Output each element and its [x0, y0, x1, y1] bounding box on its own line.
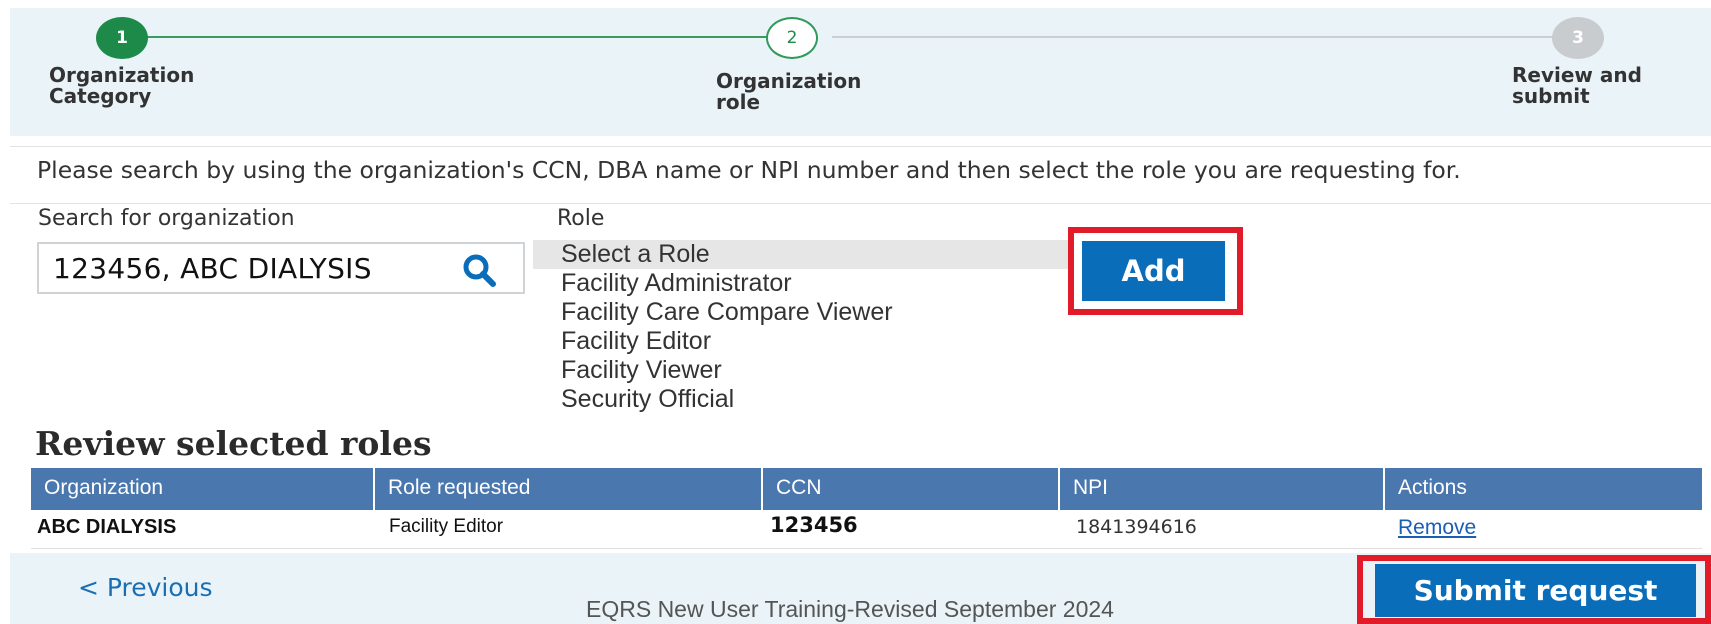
role-option-facility-care-compare-viewer[interactable]: Facility Care Compare Viewer [533, 298, 1068, 327]
step-2-label: Organization role [716, 71, 906, 113]
step-3-label-line2: submit [1512, 84, 1590, 108]
role-option-facility-administrator[interactable]: Facility Administrator [533, 269, 1068, 298]
step-1-label: Organization Category [49, 65, 239, 107]
column-header-organization: Organization [31, 468, 373, 510]
step-1-circle: 1 [96, 17, 148, 59]
training-footer-note: EQRS New User Training-Revised September… [586, 596, 1114, 622]
column-header-ccn: CCN [763, 468, 1058, 510]
search-input[interactable] [51, 250, 455, 286]
cell-npi: 1841394616 [1076, 516, 1197, 538]
panel-divider [10, 203, 1711, 204]
column-header-role-requested: Role requested [375, 468, 761, 510]
search-icon[interactable] [461, 252, 497, 288]
step-3-circle: 3 [1552, 17, 1604, 59]
remove-link[interactable]: Remove [1398, 516, 1476, 540]
column-header-npi: NPI [1060, 468, 1383, 510]
step-3-label-line1: Review and [1512, 63, 1642, 87]
role-option-facility-viewer[interactable]: Facility Viewer [533, 356, 1068, 385]
role-label: Role [557, 206, 605, 231]
step-2-label-line2: role [716, 90, 761, 114]
step-2-circle: 2 [766, 17, 818, 59]
review-title: Review selected roles [35, 424, 432, 463]
instruction-text: Please search by using the organization'… [37, 156, 1461, 184]
submit-request-button[interactable]: Submit request [1375, 564, 1696, 617]
stepper-line-pending [832, 36, 1562, 38]
add-button[interactable]: Add [1082, 241, 1225, 301]
role-option-facility-editor[interactable]: Facility Editor [533, 327, 1068, 356]
role-option-security-official[interactable]: Security Official [533, 385, 1068, 414]
table-bottom-rule [31, 548, 1702, 549]
progress-stepper: 1 2 3 Organization Category Organization… [10, 8, 1711, 136]
step-1-label-line1: Organization [49, 63, 195, 87]
cell-organization: ABC DIALYSIS [37, 516, 177, 538]
step-1-label-line2: Category [49, 84, 152, 108]
cell-ccn: 123456 [770, 513, 858, 537]
column-header-actions: Actions [1385, 468, 1702, 510]
search-label: Search for organization [38, 206, 295, 231]
step-3-label: Review and submit [1512, 65, 1702, 107]
stepper-line-complete [135, 36, 772, 38]
search-field[interactable] [37, 242, 525, 294]
role-option-select-a-role[interactable]: Select a Role [533, 240, 1068, 269]
cell-role: Facility Editor [389, 516, 504, 537]
previous-link[interactable]: < Previous [78, 573, 213, 602]
step-2-label-line1: Organization [716, 69, 862, 93]
role-listbox[interactable]: Select a Role Facility Administrator Fac… [533, 240, 1068, 415]
